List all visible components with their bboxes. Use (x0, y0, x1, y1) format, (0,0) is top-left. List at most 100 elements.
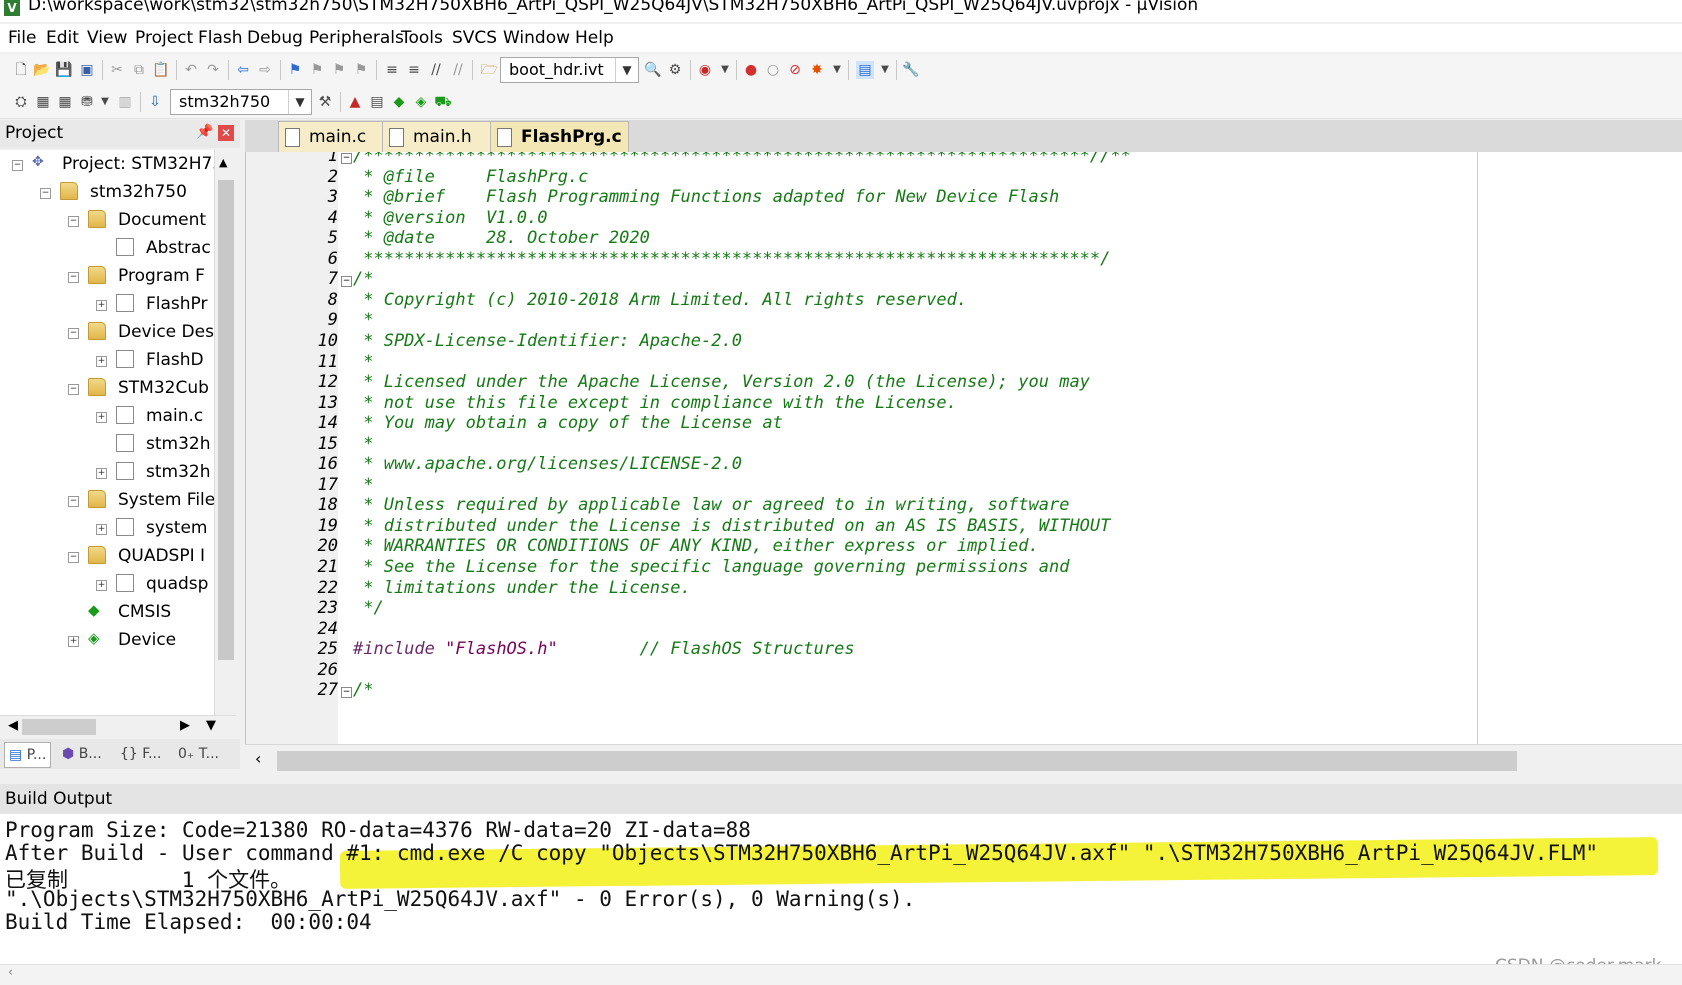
kill-breakpoints-icon[interactable]: ⊘ (786, 61, 804, 79)
tree-item-file[interactable]: stm32h (0, 432, 214, 458)
undo-icon[interactable]: ↶ (182, 61, 200, 79)
next-bookmark-icon[interactable]: ⚑ (330, 61, 348, 79)
close-icon[interactable]: ✕ (218, 125, 234, 141)
unindent-icon[interactable]: ≡ (405, 61, 423, 79)
tree-item-group[interactable]: − QUADSPI I (0, 544, 214, 570)
uncomment-icon[interactable]: // (449, 61, 467, 79)
scrollbar-thumb[interactable] (277, 751, 1517, 771)
tab-flashprg-c[interactable]: FlashPrg.c (490, 121, 629, 152)
tab-books[interactable]: ⬢ B... (62, 742, 102, 766)
tree-item-device[interactable]: + ◈ Device (0, 628, 214, 654)
indent-icon[interactable]: ≡ (383, 61, 401, 79)
target-options-icon[interactable]: ⚒ (316, 93, 334, 111)
new-file-icon[interactable]: 🗋 (12, 61, 30, 79)
navigate-forward-icon[interactable]: ⇨ (256, 61, 274, 79)
menu-help[interactable]: Help (575, 28, 614, 48)
debug-session-icon[interactable]: ◉ (696, 61, 714, 79)
collapse-icon[interactable]: − (68, 552, 79, 563)
breakpoint-icon[interactable]: ● (742, 61, 760, 79)
copy-icon[interactable]: ⧉ (130, 61, 148, 79)
comment-icon[interactable]: // (427, 61, 445, 79)
tree-item-file[interactable]: + system (0, 516, 214, 542)
project-vertical-scrollbar[interactable]: ▲ (214, 150, 237, 715)
project-horizontal-scrollbar[interactable]: ◀ ▶ ▼ (0, 715, 236, 738)
manage-run-time-icon[interactable]: ◆ (390, 93, 408, 111)
rebuild-icon[interactable]: ▦ (56, 93, 74, 111)
find-in-files-icon[interactable]: 🗁 (480, 61, 498, 79)
scroll-left-icon[interactable]: ◀ (8, 718, 18, 733)
configure-icon[interactable]: 🔧 (902, 61, 920, 79)
chevron-down-icon[interactable]: ▼ (828, 61, 846, 79)
tree-item-file[interactable]: + main.c (0, 404, 214, 430)
menu-debug[interactable]: Debug (247, 28, 303, 48)
tree-item-group[interactable]: − STM32Cub (0, 376, 214, 402)
tree-item-group[interactable]: − Document (0, 208, 214, 234)
tree-item-group[interactable]: − System File (0, 488, 214, 514)
chevron-down-icon[interactable]: ▼ (716, 61, 734, 79)
chevron-down-icon[interactable]: ▼ (876, 61, 894, 79)
fold-toggle-icon[interactable]: − (341, 153, 352, 164)
incremental-find-icon[interactable]: ⚙ (666, 61, 684, 79)
batch-build-icon[interactable]: ⛃ (78, 93, 96, 111)
fold-toggle-icon[interactable]: − (341, 276, 352, 288)
tree-item-file[interactable]: Abstrac (0, 236, 214, 262)
window-layout-icon[interactable]: ▤ (856, 61, 874, 79)
menu-file[interactable]: File (8, 28, 36, 48)
chevron-down-icon[interactable]: ▼ (96, 93, 114, 111)
expand-icon[interactable]: + (96, 524, 107, 535)
expand-icon[interactable]: + (96, 300, 107, 311)
collapse-icon[interactable]: − (40, 188, 51, 199)
expand-icon[interactable]: + (96, 580, 107, 591)
code-editor[interactable]: 1 2 3 4 5 6 7 8 9 10 11 12 13 14 15 16 17 18 19 20 21 22 23 24 2… (245, 152, 1682, 744)
collapse-icon[interactable]: − (68, 328, 79, 339)
menu-edit[interactable]: Edit (46, 28, 79, 48)
tree-item-cmsis[interactable]: ◆ CMSIS (0, 600, 214, 626)
tree-item-target[interactable]: − stm32h750 (0, 180, 214, 206)
scroll-right-icon[interactable]: ▶ (180, 718, 190, 733)
menu-svcs[interactable]: SVCS (452, 28, 497, 48)
pack-installer-icon[interactable]: ⛟ (434, 93, 452, 111)
scroll-left-icon[interactable]: ‹ (8, 965, 13, 980)
open-file-icon[interactable]: 📂 (33, 61, 51, 79)
collapse-icon[interactable]: − (12, 160, 23, 171)
select-packs-icon[interactable]: ◈ (412, 93, 430, 111)
manage-components-icon[interactable]: ▲ (346, 93, 364, 111)
menu-flash[interactable]: Flash (198, 28, 243, 48)
tab-project[interactable]: ▤ P... (4, 742, 52, 768)
chevron-down-icon[interactable]: ▼ (288, 90, 311, 114)
cut-icon[interactable]: ✂ (108, 61, 126, 79)
expand-icon[interactable]: + (96, 356, 107, 367)
save-icon[interactable]: 💾 (55, 61, 73, 79)
prev-bookmark-icon[interactable]: ⚑ (308, 61, 326, 79)
tab-templates[interactable]: 0₊ T... (178, 742, 219, 766)
editor-horizontal-scrollbar[interactable]: ‹ (245, 744, 1682, 775)
collapse-icon[interactable]: − (68, 496, 79, 507)
build-icon[interactable]: ▦ (34, 93, 52, 111)
collapse-icon[interactable]: − (68, 384, 79, 395)
menu-tools[interactable]: Tools (401, 28, 443, 48)
target-combo[interactable]: stm32h750 ▼ (170, 89, 312, 115)
build-output-scrollbar[interactable]: ‹ (0, 964, 1682, 985)
translate-icon[interactable]: ⛭ (12, 93, 30, 111)
tree-item-file[interactable]: + quadsp (0, 572, 214, 598)
collapse-icon[interactable]: − (68, 216, 79, 227)
scroll-down-icon[interactable]: ▼ (206, 718, 216, 733)
menu-window[interactable]: Window (503, 28, 570, 48)
save-all-icon[interactable]: ▣ (78, 61, 96, 79)
bookmark-icon[interactable]: ⚑ (286, 61, 304, 79)
tree-item-file[interactable]: + stm32h (0, 460, 214, 486)
collapse-icon[interactable]: − (68, 272, 79, 283)
navigate-back-icon[interactable]: ⇦ (234, 61, 252, 79)
expand-icon[interactable]: + (96, 412, 107, 423)
clear-bookmarks-icon[interactable]: ⚑ (352, 61, 370, 79)
tree-item-file[interactable]: + FlashPr (0, 292, 214, 318)
tab-main-h[interactable]: main.h (382, 121, 496, 152)
find-combo[interactable]: boot_hdr.ivt ▼ (500, 57, 639, 83)
pin-icon[interactable]: 📌 (196, 124, 213, 140)
find-icon[interactable]: 🔍 (644, 61, 662, 79)
expand-icon[interactable]: + (96, 468, 107, 479)
fold-toggle-icon[interactable]: − (341, 687, 352, 699)
tree-item-group[interactable]: − Device Des (0, 320, 214, 346)
chevron-down-icon[interactable]: ▼ (615, 58, 638, 82)
download-icon[interactable]: ⇩ (146, 93, 164, 111)
